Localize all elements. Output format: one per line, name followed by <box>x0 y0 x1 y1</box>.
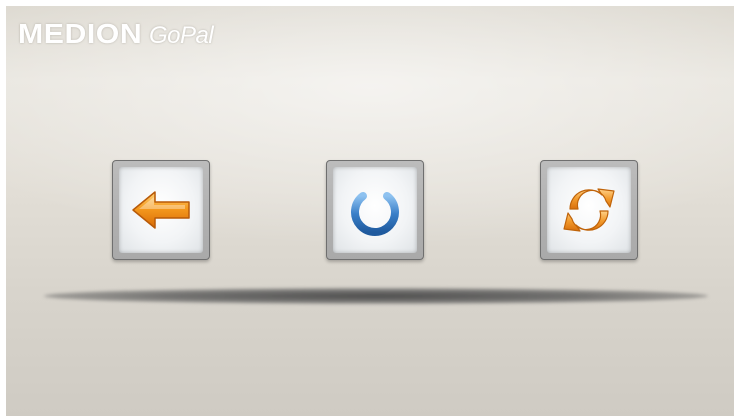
power-button[interactable] <box>326 160 424 260</box>
refresh-button-face <box>547 167 631 253</box>
power-button-face <box>333 167 417 253</box>
back-button[interactable] <box>112 160 210 260</box>
screen: MEDION GoPal <box>6 6 734 416</box>
brand-logo: MEDION GoPal <box>18 18 214 50</box>
refresh-button[interactable] <box>540 160 638 260</box>
refresh-icon <box>558 179 620 241</box>
back-button-face <box>119 167 203 253</box>
product-name: GoPal <box>149 22 214 49</box>
brand-name: MEDION <box>18 18 143 49</box>
back-arrow-icon <box>129 187 193 233</box>
shelf-shadow <box>44 288 708 304</box>
power-icon <box>345 180 405 240</box>
